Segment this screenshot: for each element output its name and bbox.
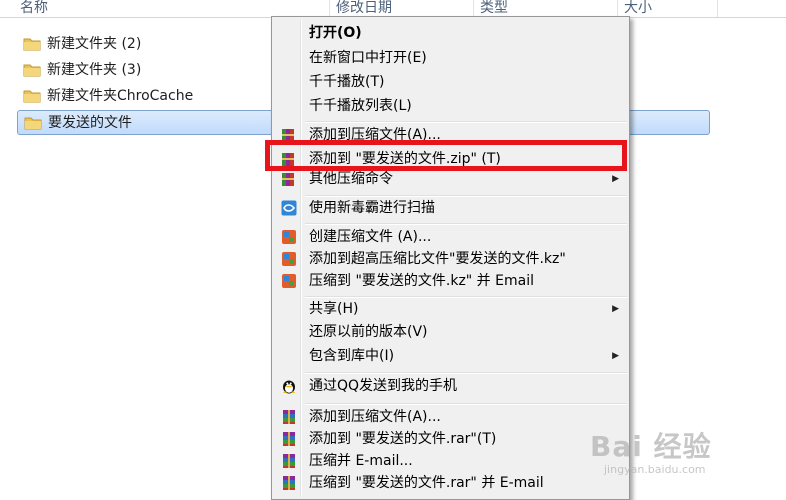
submenu-arrow-icon: ▶ [612,174,619,184]
menu-item-compress-kz-email[interactable]: 压缩到 "要发送的文件.kz" 并 Email [274,270,627,292]
winrar-books-icon [283,432,295,446]
qq-penguin-icon [283,380,295,394]
menu-item-winrar-rar-email[interactable]: 压缩到 "要发送的文件.rar" 并 E-mail [274,472,627,494]
menu-item-open[interactable]: 打开(O) [274,22,627,44]
column-name[interactable]: 名称 [14,0,330,17]
menu-item-duba-scan[interactable]: 使用新毒霸进行扫描 [274,197,627,219]
file-name: 新建文件夹 (2) [47,36,142,52]
folder-icon [23,38,41,51]
kuaizip-icon [282,252,296,266]
file-name: 要发送的文件 [48,115,132,131]
folder-icon [23,64,41,77]
archive-books-icon [282,173,294,186]
kuaizip-icon [282,274,296,288]
column-modified[interactable]: 修改日期 [330,0,474,17]
list-item[interactable]: 新建文件夹ChroCache [17,84,273,109]
menu-item-share[interactable]: 共享(H) ▶ [274,298,627,320]
baidu-watermark: Bai 经验 jingyan.baidu.com [590,430,712,476]
context-menu: 打开(O) 在新窗口中打开(E) 千千播放(T) 千千播放列表(L) 添加到压缩… [271,16,630,500]
menu-separator [305,223,627,225]
menu-item-restore-versions[interactable]: 还原以前的版本(V) [274,321,627,343]
menu-item-add-to-kz[interactable]: 添加到超高压缩比文件"要发送的文件.kz" [274,248,627,270]
submenu-arrow-icon: ▶ [612,304,619,314]
menu-item-ttplayer-play[interactable]: 千千播放(T) [274,71,627,93]
menu-item-qq-send-phone[interactable]: 通过QQ发送到我的手机 [274,375,627,397]
column-size[interactable]: 大小 [618,0,718,17]
highlight-box [265,140,627,171]
folder-icon [24,117,42,130]
winrar-books-icon [283,476,295,490]
list-item[interactable]: 新建文件夹 (3) [17,58,273,83]
menu-separator [305,403,627,405]
winrar-books-icon [283,410,295,424]
menu-item-create-archive[interactable]: 创建压缩文件 (A)... [274,226,627,248]
winrar-books-icon [283,454,295,468]
menu-item-ttplayer-playlist[interactable]: 千千播放列表(L) [274,95,627,117]
list-item[interactable]: 新建文件夹 (2) [17,32,273,57]
submenu-arrow-icon: ▶ [612,351,619,361]
duba-antivirus-icon [281,200,297,216]
menu-item-winrar-email[interactable]: 压缩并 E-mail... [274,450,627,472]
menu-item-winrar-add[interactable]: 添加到压缩文件(A)... [274,406,627,428]
kuaizip-icon [282,230,296,244]
menu-separator [305,121,627,123]
menu-item-winrar-add-rar[interactable]: 添加到 "要发送的文件.rar"(T) [274,428,627,450]
folder-icon [23,90,41,103]
file-name: 新建文件夹 (3) [47,62,142,78]
file-name: 新建文件夹ChroCache [47,88,194,104]
menu-item-other-compress[interactable]: 其他压缩命令 ▶ [274,168,627,190]
menu-item-include-in-library[interactable]: 包含到库中(I) ▶ [274,345,627,367]
menu-separator [305,372,627,374]
column-type[interactable]: 类型 [474,0,618,17]
menu-item-open-new-window[interactable]: 在新窗口中打开(E) [274,47,627,69]
